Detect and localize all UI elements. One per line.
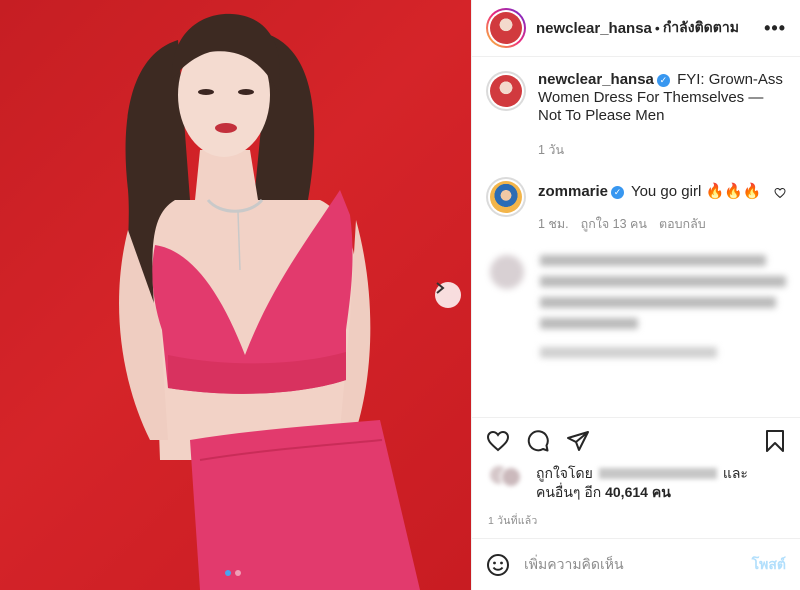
others-prefix: คนอื่นๆ อีก xyxy=(536,484,602,500)
likes-count[interactable]: 40,614 xyxy=(605,484,648,500)
and-label: และ xyxy=(722,465,748,481)
comment-username[interactable]: zommarie xyxy=(538,183,608,200)
like-heart-icon[interactable] xyxy=(486,429,510,453)
liker-avatars[interactable] xyxy=(488,464,524,490)
likes-summary: ถูกใจโดย และ คนอื่นๆ อีก 40,614 คน xyxy=(488,464,786,502)
caption: newclear_hansa ✓ FYI: Grown-Ass Women Dre… xyxy=(486,71,786,159)
post-timestamp[interactable]: 1 วันที่แล้ว xyxy=(488,512,537,529)
commenter-avatar[interactable] xyxy=(486,177,526,217)
comment-text: You go girl 🔥🔥🔥 xyxy=(630,183,762,200)
reply-button[interactable]: ตอบกลับ xyxy=(659,215,706,233)
caption-username[interactable]: newclear_hansa xyxy=(538,71,654,88)
author-username[interactable]: newclear_hansa xyxy=(536,20,652,37)
post-side-panel: newclear_hansa • กำลังติดตาม ••• newclea… xyxy=(471,0,800,590)
post-photo[interactable] xyxy=(0,0,471,590)
photo-illustration xyxy=(119,13,420,590)
share-send-icon[interactable] xyxy=(566,429,590,453)
carousel-indicator xyxy=(225,570,241,576)
carousel-dot-2 xyxy=(235,570,241,576)
comment-input[interactable]: เพิ่มความคิดเห็น xyxy=(524,554,752,576)
chevron-right-icon xyxy=(436,282,445,294)
like-comment-heart-icon[interactable] xyxy=(774,187,786,199)
carousel-next-button[interactable] xyxy=(435,282,461,308)
more-options-icon[interactable]: ••• xyxy=(764,18,786,39)
blurred-comment xyxy=(486,255,786,368)
comment-likes[interactable]: ถูกใจ 13 คน xyxy=(581,215,647,233)
post-header: newclear_hansa • กำลังติดตาม ••• xyxy=(472,0,800,57)
action-bar xyxy=(486,428,786,454)
carousel-dot-1 xyxy=(225,570,231,576)
post-comment-button[interactable]: โพสต์ xyxy=(752,554,786,576)
blurred-liker-name[interactable] xyxy=(598,468,717,479)
comment-bubble-icon[interactable] xyxy=(526,429,550,453)
divider xyxy=(472,417,800,418)
header-separator: • xyxy=(654,20,660,36)
caption-time[interactable]: 1 วัน xyxy=(538,141,564,159)
comment-item: zommarie ✓ You go girl 🔥🔥🔥 1 ชม. ถูกใจ 13… xyxy=(486,177,786,233)
blurred-avatar xyxy=(490,255,524,289)
emoji-icon[interactable] xyxy=(486,553,510,577)
likes-count-suffix: คน xyxy=(651,484,671,500)
caption-avatar[interactable] xyxy=(486,71,526,111)
author-avatar[interactable] xyxy=(486,8,526,48)
comment-time[interactable]: 1 ชม. xyxy=(538,215,569,233)
verified-badge-icon: ✓ xyxy=(611,186,625,199)
comments-list[interactable]: newclear_hansa ✓ FYI: Grown-Ass Women Dre… xyxy=(472,57,800,417)
add-comment-bar: เพิ่มความคิดเห็น โพสต์ xyxy=(472,539,800,590)
liked-by-label: ถูกใจโดย xyxy=(536,465,593,481)
verified-badge-icon: ✓ xyxy=(656,74,670,87)
bookmark-icon[interactable] xyxy=(764,429,786,453)
following-button[interactable]: กำลังติดตาม xyxy=(663,17,739,39)
